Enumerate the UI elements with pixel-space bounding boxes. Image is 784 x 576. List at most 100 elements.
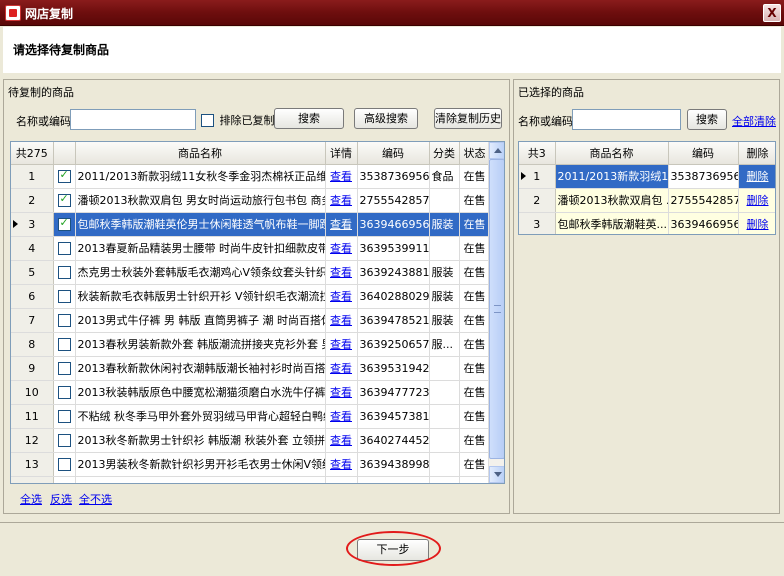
left-search-input[interactable] xyxy=(70,109,196,130)
table-row[interactable]: 12 2013秋冬新款男士针织衫 韩版潮 秋装外套 立领拼接... 查看 364027… xyxy=(11,428,491,453)
exclude-copied-check[interactable] xyxy=(201,113,214,127)
row-checkbox[interactable] xyxy=(53,164,76,189)
row-checkbox[interactable] xyxy=(53,284,76,309)
invert-selection-link[interactable]: 反选 xyxy=(50,491,72,507)
row-checkbox[interactable] xyxy=(53,428,76,453)
right-search-button[interactable]: 搜索 xyxy=(687,109,727,130)
view-detail-link[interactable]: 查看 xyxy=(325,380,358,405)
advanced-search-button[interactable]: 高级搜索 xyxy=(354,108,418,129)
col-status-header[interactable]: 状态 xyxy=(459,142,491,165)
view-detail-link[interactable]: 查看 xyxy=(325,284,358,309)
row-check[interactable] xyxy=(57,385,71,399)
row-checkbox[interactable] xyxy=(53,404,76,429)
table-row[interactable]: 2 潘顿2013秋款双肩包 男女时尚运动旅行包书包 商务...查看27555428… xyxy=(11,188,491,213)
view-detail-link[interactable]: 查看 xyxy=(325,308,358,333)
delete-link[interactable]: 删除 xyxy=(738,212,775,234)
exclude-copied-checkbox[interactable]: 排除已复制 xyxy=(201,112,275,128)
selected-name-cell: 2011/2013新款羽绒1... xyxy=(555,164,669,189)
row-number: 12 xyxy=(11,428,54,453)
view-detail-link[interactable]: 查看 xyxy=(325,236,358,261)
table-row[interactable]: 6 秋装新款毛衣韩版男士针织开衫 V领针织毛衣潮流拉... 查看 3640288029… xyxy=(11,284,491,309)
view-detail-link[interactable]: 查看 xyxy=(325,164,358,189)
selected-row[interactable]: 12011/2013新款羽绒1...35387369563删除 xyxy=(519,164,775,189)
product-code-cell: 27555428577 xyxy=(357,188,430,213)
table-row[interactable]: 11 不粘绒 秋冬季马甲外套外贸羽绒马甲背心超轻白鸭绒... 查看 363945738… xyxy=(11,404,491,429)
product-code-cell: 36394785214 xyxy=(357,308,430,333)
left-search-button[interactable]: 搜索 xyxy=(274,108,344,129)
view-detail-link[interactable]: 查看 xyxy=(325,188,358,213)
table-row[interactable]: 8 2013春秋男装新款外套 韩版潮流拼接夹克衫外套 男... 查看 36392506… xyxy=(11,332,491,357)
table-row[interactable]: 9 2013春秋新款休闲衬衣潮韩版潮长袖衬衫时尚百搭拼... 查看 363953194… xyxy=(11,356,491,381)
table-row[interactable]: 4 2013春夏新品精装男士腰带 时尚牛皮针扣细款皮带 ... 查看 36395399… xyxy=(11,236,491,261)
row-check[interactable] xyxy=(57,192,71,207)
col-check-header[interactable] xyxy=(53,142,76,165)
view-detail-link[interactable]: 查看 xyxy=(325,332,358,357)
sel-col-delete-header: 删除 xyxy=(738,142,775,165)
row-checkbox[interactable] xyxy=(53,236,76,261)
col-category-header[interactable]: 分类 xyxy=(429,142,460,165)
row-check[interactable] xyxy=(57,168,71,183)
clear-history-button[interactable]: 清除复制历史 xyxy=(434,108,502,129)
table-row[interactable]: 7 2013男式牛仔裤 男 韩版 直筒男裤子 潮 时尚百搭休... 查看 363947… xyxy=(11,308,491,333)
view-detail-link[interactable]: 查看 xyxy=(325,260,358,285)
product-status-cell: 在售 xyxy=(459,380,491,405)
sel-col-name-header[interactable]: 商品名称 xyxy=(555,142,669,165)
product-category-cell: 食品 xyxy=(429,164,460,189)
table-row[interactable]: 3 包邮秋季韩版潮鞋英伦男士休闲鞋透气帆布鞋一脚蹬...查看36394669560… xyxy=(11,212,491,237)
source-products-table: 共275 商品名称 详情 编码 分类 状态 1 2011/2013新款羽绒11女秋… xyxy=(10,141,505,484)
product-status-cell: 在售 xyxy=(459,236,491,261)
select-none-link[interactable]: 全不选 xyxy=(79,491,112,507)
row-number: 7 xyxy=(11,308,54,333)
row-check[interactable] xyxy=(57,361,71,375)
scroll-thumb[interactable] xyxy=(489,159,504,459)
table-row[interactable]: 5 杰克男士秋装外套韩版毛衣潮鸡心V领条纹套头针织... 查看 36392438813… xyxy=(11,260,491,285)
row-checkbox[interactable] xyxy=(53,332,76,357)
col-detail-header[interactable]: 详情 xyxy=(325,142,358,165)
right-search-label: 名称或编码 xyxy=(518,115,573,128)
table-row[interactable]: 1 2011/2013新款羽绒11女秋冬季金羽杰棉袄正品维莎...查看353873… xyxy=(11,164,491,189)
row-checkbox[interactable] xyxy=(53,188,76,213)
row-check[interactable] xyxy=(57,265,71,279)
delete-link[interactable]: 删除 xyxy=(738,188,775,213)
scroll-up-arrow-icon[interactable] xyxy=(489,142,504,159)
col-name-header[interactable]: 商品名称 xyxy=(75,142,326,165)
scroll-down-arrow-icon[interactable] xyxy=(489,466,504,483)
product-name-cell: 2013男装秋冬新款针织衫男开衫毛衣男士休闲V领纽... xyxy=(75,452,326,477)
row-checkbox[interactable] xyxy=(53,452,76,477)
clear-all-link[interactable]: 全部清除 xyxy=(732,113,776,129)
row-check[interactable] xyxy=(57,337,71,351)
table-row[interactable]: 10 2013秋装韩版原色中腰宽松潮猫须磨白水洗牛仔裤男... 查看 36394777… xyxy=(11,380,491,405)
col-code-header[interactable]: 编码 xyxy=(357,142,430,165)
row-check[interactable] xyxy=(57,313,71,327)
row-check[interactable] xyxy=(57,216,71,231)
product-code-cell: 36394777237 xyxy=(357,380,430,405)
delete-link[interactable]: 删除 xyxy=(738,164,775,189)
row-checkbox[interactable] xyxy=(53,260,76,285)
view-detail-link[interactable]: 查看 xyxy=(325,404,358,429)
right-search-input[interactable] xyxy=(572,109,681,130)
row-checkbox[interactable] xyxy=(53,308,76,333)
table-row[interactable]: 13 2013男装秋冬新款针织衫男开衫毛衣男士休闲V领纽... 查看 36394389… xyxy=(11,452,491,477)
row-check[interactable] xyxy=(57,433,71,447)
row-checkbox[interactable] xyxy=(53,356,76,381)
source-table-scrollbar[interactable] xyxy=(488,142,504,483)
sel-col-code-header[interactable]: 编码 xyxy=(668,142,739,165)
view-detail-link[interactable]: 查看 xyxy=(325,356,358,381)
row-check[interactable] xyxy=(57,409,71,423)
select-all-link[interactable]: 全选 xyxy=(20,491,42,507)
close-button[interactable]: X xyxy=(763,4,781,22)
row-checkbox[interactable] xyxy=(53,380,76,405)
row-check[interactable] xyxy=(57,457,71,471)
row-number: 3 xyxy=(11,212,54,237)
view-detail-link[interactable]: 查看 xyxy=(325,212,358,237)
row-checkbox[interactable] xyxy=(53,212,76,237)
row-check[interactable] xyxy=(57,289,71,303)
row-check[interactable] xyxy=(57,241,71,255)
view-detail-link[interactable]: 查看 xyxy=(325,452,358,477)
product-category-cell: 服... xyxy=(429,332,460,357)
selected-row[interactable]: 2潘顿2013秋款双肩包 ...27555428577删除 xyxy=(519,188,775,213)
view-detail-link[interactable]: 查看 xyxy=(325,428,358,453)
row-pointer-icon xyxy=(521,171,526,180)
selected-name-cell: 包邮秋季韩版潮鞋英... xyxy=(555,212,669,234)
selected-row[interactable]: 3包邮秋季韩版潮鞋英...36394669560删除 xyxy=(519,212,775,234)
